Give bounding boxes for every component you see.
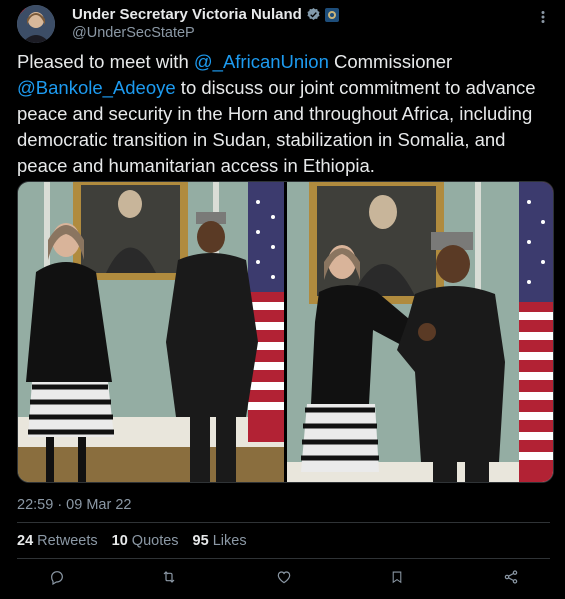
tweet-text-segment: Commissioner xyxy=(328,51,453,72)
share-icon xyxy=(504,570,518,584)
reply-button[interactable] xyxy=(46,566,68,588)
retweet-icon xyxy=(163,571,175,583)
retweet-button[interactable] xyxy=(158,566,180,588)
verified-badge-icon xyxy=(307,7,320,20)
author-name-row: Under Secretary Victoria Nuland xyxy=(72,6,339,23)
avatar[interactable] xyxy=(17,5,55,43)
quotes-count: 10 xyxy=(111,533,128,549)
divider xyxy=(17,522,550,523)
author-handle[interactable]: @UnderSecStateP xyxy=(72,25,195,41)
quotes-label: Quotes xyxy=(131,533,179,549)
display-name[interactable]: Under Secretary Victoria Nuland xyxy=(72,6,302,23)
quotes-stat[interactable]: 10 Quotes xyxy=(112,533,179,549)
like-button[interactable] xyxy=(273,566,295,588)
mention-link[interactable]: @_AfricanUnion xyxy=(194,51,329,72)
engagement-stats: 24 Retweets 10 Quotes 95 Likes xyxy=(17,533,247,549)
tweet: Under Secretary Victoria Nuland @UnderSe… xyxy=(0,0,565,599)
retweets-count: 24 xyxy=(17,533,34,549)
share-button[interactable] xyxy=(500,566,522,588)
action-bar xyxy=(17,566,550,588)
divider xyxy=(17,558,550,559)
like-icon xyxy=(277,571,291,584)
likes-label: Likes xyxy=(212,533,247,549)
retweets-label: Retweets xyxy=(37,533,98,549)
likes-stat[interactable]: 95 Likes xyxy=(193,533,247,549)
photo-left[interactable] xyxy=(18,182,284,482)
more-options-icon[interactable] xyxy=(533,10,553,24)
tweet-media[interactable] xyxy=(17,181,554,483)
tweet-text-segment: Pleased to meet with xyxy=(17,51,194,72)
likes-count: 95 xyxy=(192,533,209,549)
reply-icon xyxy=(51,571,63,585)
retweets-stat[interactable]: 24 Retweets xyxy=(17,533,98,549)
mention-link[interactable]: @Bankole_Adeoye xyxy=(17,77,176,98)
government-badge-icon xyxy=(324,7,339,22)
photo-right[interactable] xyxy=(287,182,553,482)
tweet-text: Pleased to meet with @_AfricanUnion Comm… xyxy=(17,49,557,179)
bookmark-icon xyxy=(392,571,402,584)
avatar-photo xyxy=(17,5,55,43)
tweet-timestamp[interactable]: 22:59 · 09 Mar 22 xyxy=(17,497,131,513)
bookmark-button[interactable] xyxy=(386,566,408,588)
